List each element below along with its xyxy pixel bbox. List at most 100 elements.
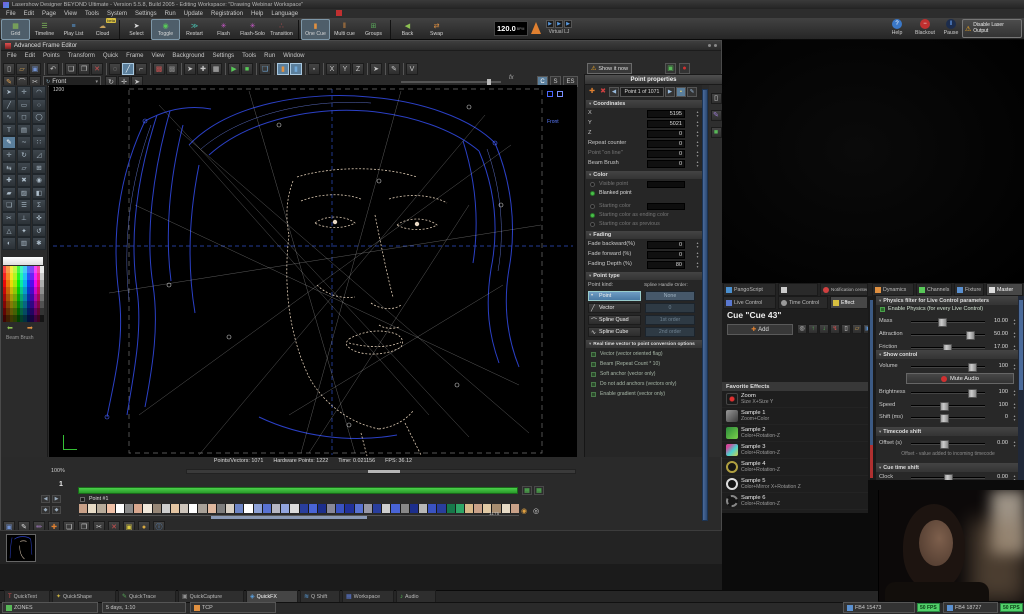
timeline-segment[interactable] [382, 504, 390, 513]
timeline-segment[interactable] [235, 504, 243, 513]
spin-down-icon[interactable]: ▾ [697, 114, 699, 118]
spin-down-icon[interactable]: ▾ [1014, 322, 1016, 326]
open-button[interactable]: ▱ [16, 63, 28, 75]
slider-track[interactable] [911, 334, 985, 336]
scrollbar-handle[interactable] [1019, 300, 1023, 390]
marker-orange-button[interactable]: ▮ [277, 63, 289, 75]
spinner[interactable]: ▴▾ [1011, 388, 1018, 398]
spline-order-none[interactable]: None [645, 291, 695, 301]
pen-button[interactable]: ✎ [388, 63, 400, 75]
node-edit-tool[interactable]: ✛ [17, 86, 31, 99]
view-gizmo-icon[interactable] [547, 91, 553, 97]
physics-filter-header[interactable]: Physics filter for Live Control paramete… [876, 296, 1018, 305]
menu-edit[interactable]: Edit [20, 11, 38, 17]
quicktab-quickshape[interactable]: ✦QuickShape [52, 590, 116, 602]
track-checkbox[interactable] [80, 497, 85, 502]
timeline-next-button[interactable]: ▶ [52, 495, 61, 503]
timeline-option-button[interactable]: ▦ [522, 486, 532, 495]
tcp-button[interactable]: TCP [190, 602, 276, 613]
timeline-segment[interactable] [474, 504, 482, 513]
add-effect-button[interactable]: ✚ Add [727, 324, 793, 335]
tolerance-slider[interactable] [401, 81, 501, 83]
spin-down-icon[interactable]: ▾ [697, 124, 699, 128]
enable-physics-checkbox[interactable]: Enable Physics (for every Live Control) [880, 306, 983, 312]
apply-button[interactable]: ▣ [665, 63, 676, 74]
align-tool[interactable]: ☰ [17, 199, 31, 212]
favorite-effect-sample-1[interactable]: Sample 1Zoom+Color [722, 408, 868, 425]
frame-canvas[interactable]: 1200 Front [49, 85, 577, 457]
edit-point-button[interactable]: ✎ [687, 87, 697, 97]
tab-channels[interactable]: Channels [916, 283, 952, 296]
favorite-effects-header[interactable]: Favorite Effects [722, 382, 868, 391]
spray-tool[interactable]: ∷ [32, 136, 46, 149]
tab-notification-center[interactable]: Notification center [820, 283, 868, 296]
panel-scrollbar[interactable] [702, 89, 708, 521]
palette-swatch[interactable] [40, 308, 43, 315]
timeline-prev-button[interactable]: ◀ [41, 495, 50, 503]
timeline-segment[interactable] [355, 504, 363, 513]
fill-tool[interactable]: ◧ [32, 187, 46, 200]
select-tool[interactable]: ➤ [2, 86, 16, 99]
palette-next-icon[interactable]: ➡ [27, 324, 33, 332]
timeline-segment[interactable] [336, 504, 344, 513]
favorite-effect-sample-2[interactable]: Sample 2Color+Rotation-Z [722, 425, 868, 442]
tab-dynamics[interactable]: Dynamics [872, 283, 914, 296]
editor-menu-quick[interactable]: Quick [99, 53, 122, 59]
toolbar-back-button[interactable]: ◀Back [393, 19, 422, 40]
editor-menu-window[interactable]: Window [279, 53, 308, 59]
pause-button[interactable]: ‖ Pause [938, 19, 964, 36]
cue-time-shift-header[interactable]: Cue time shift [876, 463, 1018, 472]
line-tool[interactable]: ╱ [2, 99, 16, 112]
menu-update[interactable]: Update [180, 11, 207, 17]
frame-red-button[interactable]: ▩ [153, 63, 165, 75]
spin-down-icon[interactable]: ▾ [1014, 335, 1016, 339]
quicktab-audio[interactable]: ♪Audio [396, 590, 436, 602]
blackout-button[interactable]: − Blackout [912, 19, 938, 36]
timeline-segment[interactable] [290, 504, 298, 513]
settings-tool[interactable]: ✱ [32, 237, 46, 250]
delete-effect-button[interactable]: ↯ [830, 324, 840, 334]
new-page-button[interactable]: ▯ [841, 324, 851, 334]
toolbar-select-button[interactable]: ➤Select [122, 19, 151, 40]
conversion-header[interactable]: Real time vector to point conversion opt… [586, 340, 702, 348]
view-gizmo-icon-2[interactable] [557, 91, 563, 97]
quicktab-workspace[interactable]: ▦Workspace [342, 590, 394, 602]
circle-tool[interactable]: ○ [32, 99, 46, 112]
value-input[interactable]: 5021 [647, 120, 685, 128]
lock-z-button[interactable]: Z [352, 63, 364, 75]
zoom-out-icon[interactable]: ◎ [533, 507, 539, 515]
timeline-segment[interactable] [180, 504, 188, 513]
play-button[interactable]: ▶ [228, 63, 240, 75]
toolbar-swap-button[interactable]: ⇄Swap [422, 19, 451, 40]
dock-page-icon[interactable]: ▯ [711, 93, 722, 104]
slider-handle[interactable] [968, 389, 977, 398]
lock-x-button[interactable]: X [326, 63, 338, 75]
conversion-soft-anchor-vector-only[interactable]: Soft anchor (vector only) [585, 370, 703, 380]
color-tool[interactable]: ◐ [2, 237, 16, 250]
timeline-step-fwd-button[interactable]: ◆ [52, 506, 61, 514]
quicktab-quickfx[interactable]: ◈QuickFX [246, 590, 298, 602]
measure-tool[interactable]: △ [2, 225, 16, 238]
timeline-segment[interactable] [153, 504, 161, 513]
lock-y-button[interactable]: Y [339, 63, 351, 75]
slider-handle[interactable] [968, 363, 977, 372]
spinner[interactable]: ▴▾ [694, 149, 701, 159]
timeline-segment[interactable] [125, 504, 133, 513]
favorite-effect-zoom[interactable]: ZoomSize X+Size Y [722, 391, 868, 408]
timeline-segment[interactable] [171, 504, 179, 513]
timeline-segment[interactable] [300, 504, 308, 513]
white-color-swatch[interactable] [3, 257, 43, 265]
timeline-duration-bar[interactable] [78, 487, 518, 494]
pen-tool[interactable]: ✎ [2, 136, 16, 149]
value-input[interactable]: 0 [647, 140, 685, 148]
save-button[interactable]: ▣ [29, 63, 41, 75]
dock-brush-icon[interactable]: ✎ [711, 110, 722, 121]
grid-tool[interactable]: ⊞ [32, 162, 46, 175]
timeline-segment[interactable] [373, 504, 381, 513]
timeline-segment[interactable] [391, 504, 399, 513]
editor-menu-tools[interactable]: Tools [238, 53, 260, 59]
toolbar-timeline-button[interactable]: ☰Timeline [30, 19, 59, 40]
value-input[interactable]: 0 [647, 150, 685, 158]
disable-laser-output-button[interactable]: ⚠ Disable Laser Output [962, 19, 1022, 38]
spin-down-icon[interactable]: ▾ [697, 255, 699, 259]
